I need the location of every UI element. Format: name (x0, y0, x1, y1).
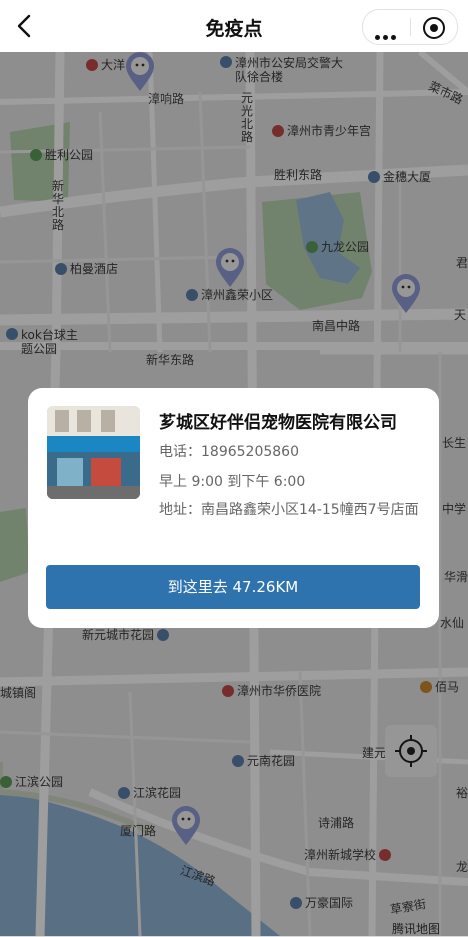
business-hours: 早上 9:00 到下午 6:00 (159, 474, 306, 490)
phone-label: 电话： (159, 444, 201, 460)
address-label: 地址： (159, 502, 201, 518)
address-row: 地址：南昌路鑫荣小区14-15幢西7号店面 (159, 500, 419, 520)
phone-row[interactable]: 电话：18965205860 (159, 441, 299, 461)
more-dots-icon[interactable] (375, 25, 399, 44)
clinic-name: 芗城区好伴侣宠物医院有限公司 (159, 413, 397, 433)
navbar: 免疫点 (0, 0, 468, 52)
capsule-divider (410, 18, 411, 36)
navigate-button[interactable]: 到这里去 47.26KM (46, 565, 420, 609)
clinic-info-card: 芗城区好伴侣宠物医院有限公司 电话：18965205860 早上 9:00 到下… (28, 388, 439, 628)
target-circle-icon[interactable] (423, 17, 445, 39)
capsule-menu (362, 9, 458, 45)
shop-photo (47, 406, 140, 499)
phone-number[interactable]: 18965205860 (201, 444, 299, 460)
address-text: 南昌路鑫荣小区14-15幢西7号店面 (201, 502, 419, 518)
storefront-image-icon (47, 406, 140, 499)
